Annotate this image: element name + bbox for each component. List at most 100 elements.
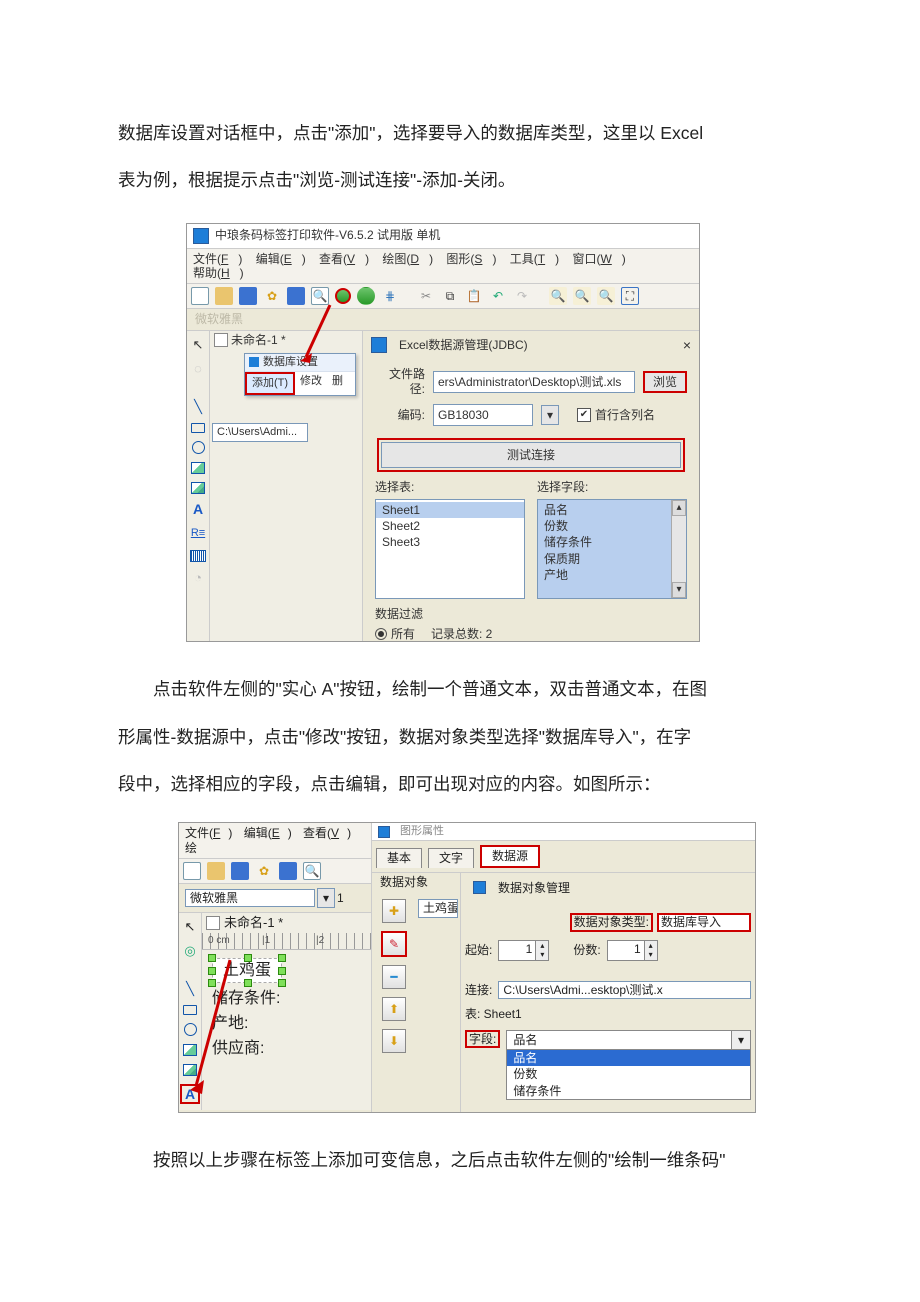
copy-icon[interactable]: ⧉ xyxy=(441,287,459,305)
more-icon[interactable]: ◔ xyxy=(190,570,206,586)
s2-font-dd-icon[interactable]: ▾ xyxy=(317,888,335,908)
zoom3-icon[interactable]: 🔍 xyxy=(597,287,615,305)
field-option[interactable]: 品名 xyxy=(507,1050,750,1066)
barcode-icon[interactable] xyxy=(190,550,206,562)
scroll-down-icon[interactable]: ▾ xyxy=(672,582,686,598)
s2-settings-icon[interactable]: ✿ xyxy=(255,862,273,880)
print-icon[interactable] xyxy=(287,287,305,305)
start-value[interactable]: 1 xyxy=(498,940,536,961)
spin-up-icon[interactable]: ▴ xyxy=(645,941,657,951)
sheet-item[interactable]: Sheet3 xyxy=(376,534,524,550)
redo-icon[interactable]: ↷ xyxy=(513,287,531,305)
database2-icon[interactable] xyxy=(357,287,375,305)
text-icon[interactable]: A xyxy=(190,502,206,518)
moveup-object-icon[interactable]: ⬆ xyxy=(382,997,406,1021)
field-dropdown[interactable]: 品名 ▾ xyxy=(506,1030,751,1050)
save-icon[interactable] xyxy=(239,287,257,305)
s2-text-icon[interactable]: A xyxy=(180,1084,200,1104)
add-object-icon[interactable]: ✚ xyxy=(382,899,406,923)
settings-icon[interactable]: ✿ xyxy=(263,287,281,305)
fit-icon[interactable]: ⛶ xyxy=(621,287,639,305)
pointer-icon[interactable]: ↖ xyxy=(190,337,206,353)
edit-object-icon[interactable]: ✎ xyxy=(381,931,407,957)
popup-delete[interactable]: 删 xyxy=(327,372,348,395)
checkbox-icon[interactable]: ✔ xyxy=(577,408,591,422)
image2-icon[interactable] xyxy=(191,482,205,494)
zoom1-icon[interactable]: 🔍 xyxy=(549,287,567,305)
field-item[interactable]: 保质期 xyxy=(538,551,686,567)
line-icon[interactable]: ╲ xyxy=(190,399,206,415)
open-icon[interactable] xyxy=(215,287,233,305)
filter-all-radio[interactable] xyxy=(375,628,387,640)
s2-image2-icon[interactable] xyxy=(183,1064,197,1076)
scrollbar[interactable]: ▴ ▾ xyxy=(671,500,686,598)
field-option[interactable]: 储存条件 xyxy=(507,1083,750,1099)
scroll-up-icon[interactable]: ▴ xyxy=(672,500,686,516)
movedown-object-icon[interactable]: ⬇ xyxy=(382,1029,406,1053)
paste-icon[interactable]: 📋 xyxy=(465,287,483,305)
doc-tab[interactable]: 未命名-1 * xyxy=(231,333,286,347)
s2-line-icon[interactable]: ╲ xyxy=(182,981,198,997)
database-icon[interactable] xyxy=(335,288,351,304)
spin-down-icon[interactable]: ▾ xyxy=(536,950,548,960)
s2-menubar[interactable]: 文件(F) 编辑(E) 查看(V) 绘 xyxy=(179,823,371,859)
field-list[interactable]: 品名 份数 储存条件 保质期 产地 ▴ ▾ xyxy=(537,499,687,599)
preview-icon[interactable]: 🔍 xyxy=(311,287,329,305)
menu-file[interactable]: 文件(F) xyxy=(193,252,242,266)
field-item[interactable]: 储存条件 xyxy=(538,534,686,550)
firstrow-check[interactable]: ✔ 首行含列名 xyxy=(577,408,655,422)
grid-icon[interactable]: ⋕ xyxy=(381,287,399,305)
remove-object-icon[interactable]: ━ xyxy=(382,965,406,989)
tab-text[interactable]: 文字 xyxy=(428,848,474,867)
browse-button[interactable]: 浏览 xyxy=(643,371,687,393)
canvas-text-2[interactable]: 储存条件: xyxy=(212,989,365,1008)
image1-icon[interactable] xyxy=(191,462,205,474)
s2-preview-icon[interactable]: 🔍 xyxy=(303,862,321,880)
s2-menu-view[interactable]: 查看(V) xyxy=(303,826,351,840)
tab-datasource[interactable]: 数据源 xyxy=(480,845,540,867)
s2-font-input[interactable]: 微软雅黑 xyxy=(185,889,315,907)
s2-print-icon[interactable] xyxy=(279,862,297,880)
s2-menu-draw[interactable]: 绘 xyxy=(185,841,197,855)
new-icon[interactable] xyxy=(191,287,209,305)
popup-add[interactable]: 添加(T) xyxy=(245,372,295,395)
s2-menu-file[interactable]: 文件(F) xyxy=(185,826,232,840)
undo-icon[interactable]: ↶ xyxy=(489,287,507,305)
s2-save-icon[interactable] xyxy=(231,862,249,880)
object-list-item[interactable]: 土鸡蛋 xyxy=(418,899,458,917)
field-dropdown-list[interactable]: 品名 份数 储存条件 xyxy=(506,1050,751,1100)
field-item[interactable]: 产地 xyxy=(538,567,686,583)
menu-bar[interactable]: 文件(F) 编辑(E) 查看(V) 绘图(D) 图形(S) 工具(T) 窗口(W… xyxy=(187,249,699,285)
popup-modify[interactable]: 修改 xyxy=(295,372,327,395)
canvas-text-4[interactable]: 供应商: xyxy=(212,1039,365,1058)
test-connection-button[interactable]: 测试连接 xyxy=(381,442,681,468)
stamp-icon[interactable]: ◌ xyxy=(190,361,206,377)
sheet-item[interactable]: Sheet1 xyxy=(376,502,524,518)
s2-fontsize[interactable]: 1 xyxy=(337,891,344,905)
s2-image1-icon[interactable] xyxy=(183,1044,197,1056)
start-spinner[interactable]: 1 ▴▾ xyxy=(498,940,549,961)
conn-value[interactable]: C:\Users\Admi...esktop\测试.x xyxy=(498,981,751,999)
menu-window[interactable]: 窗口(W) xyxy=(572,252,625,266)
rect-icon[interactable] xyxy=(191,423,205,433)
s2-font-selector[interactable]: 微软雅黑 ▾ 1 xyxy=(179,884,371,913)
zoom2-icon[interactable]: 🔍 xyxy=(573,287,591,305)
encoding-input[interactable]: GB18030 xyxy=(433,404,533,426)
field-option[interactable]: 份数 xyxy=(507,1066,750,1082)
selected-text-object[interactable]: 土鸡蛋 xyxy=(212,958,282,983)
circle-icon[interactable] xyxy=(192,441,205,454)
type-value[interactable]: 数据库导入 xyxy=(657,913,751,931)
menu-graph[interactable]: 图形(S) xyxy=(446,252,496,266)
encoding-dropdown-icon[interactable]: ▾ xyxy=(541,405,559,425)
sheet-item[interactable]: Sheet2 xyxy=(376,518,524,534)
count-value[interactable]: 1 xyxy=(607,940,645,961)
s2-doc-tab[interactable]: 未命名-1 * xyxy=(224,915,283,931)
field-selected[interactable]: 品名 xyxy=(506,1030,732,1050)
field-item[interactable]: 份数 xyxy=(538,518,686,534)
dlg-close-icon[interactable]: × xyxy=(683,337,691,354)
s2-circle-icon[interactable] xyxy=(184,1023,197,1036)
field-dd-icon[interactable]: ▾ xyxy=(732,1030,751,1050)
s2-rect-icon[interactable] xyxy=(183,1005,197,1015)
cut-icon[interactable]: ✂ xyxy=(417,287,435,305)
canvas-text-3[interactable]: 产地: xyxy=(212,1014,365,1033)
